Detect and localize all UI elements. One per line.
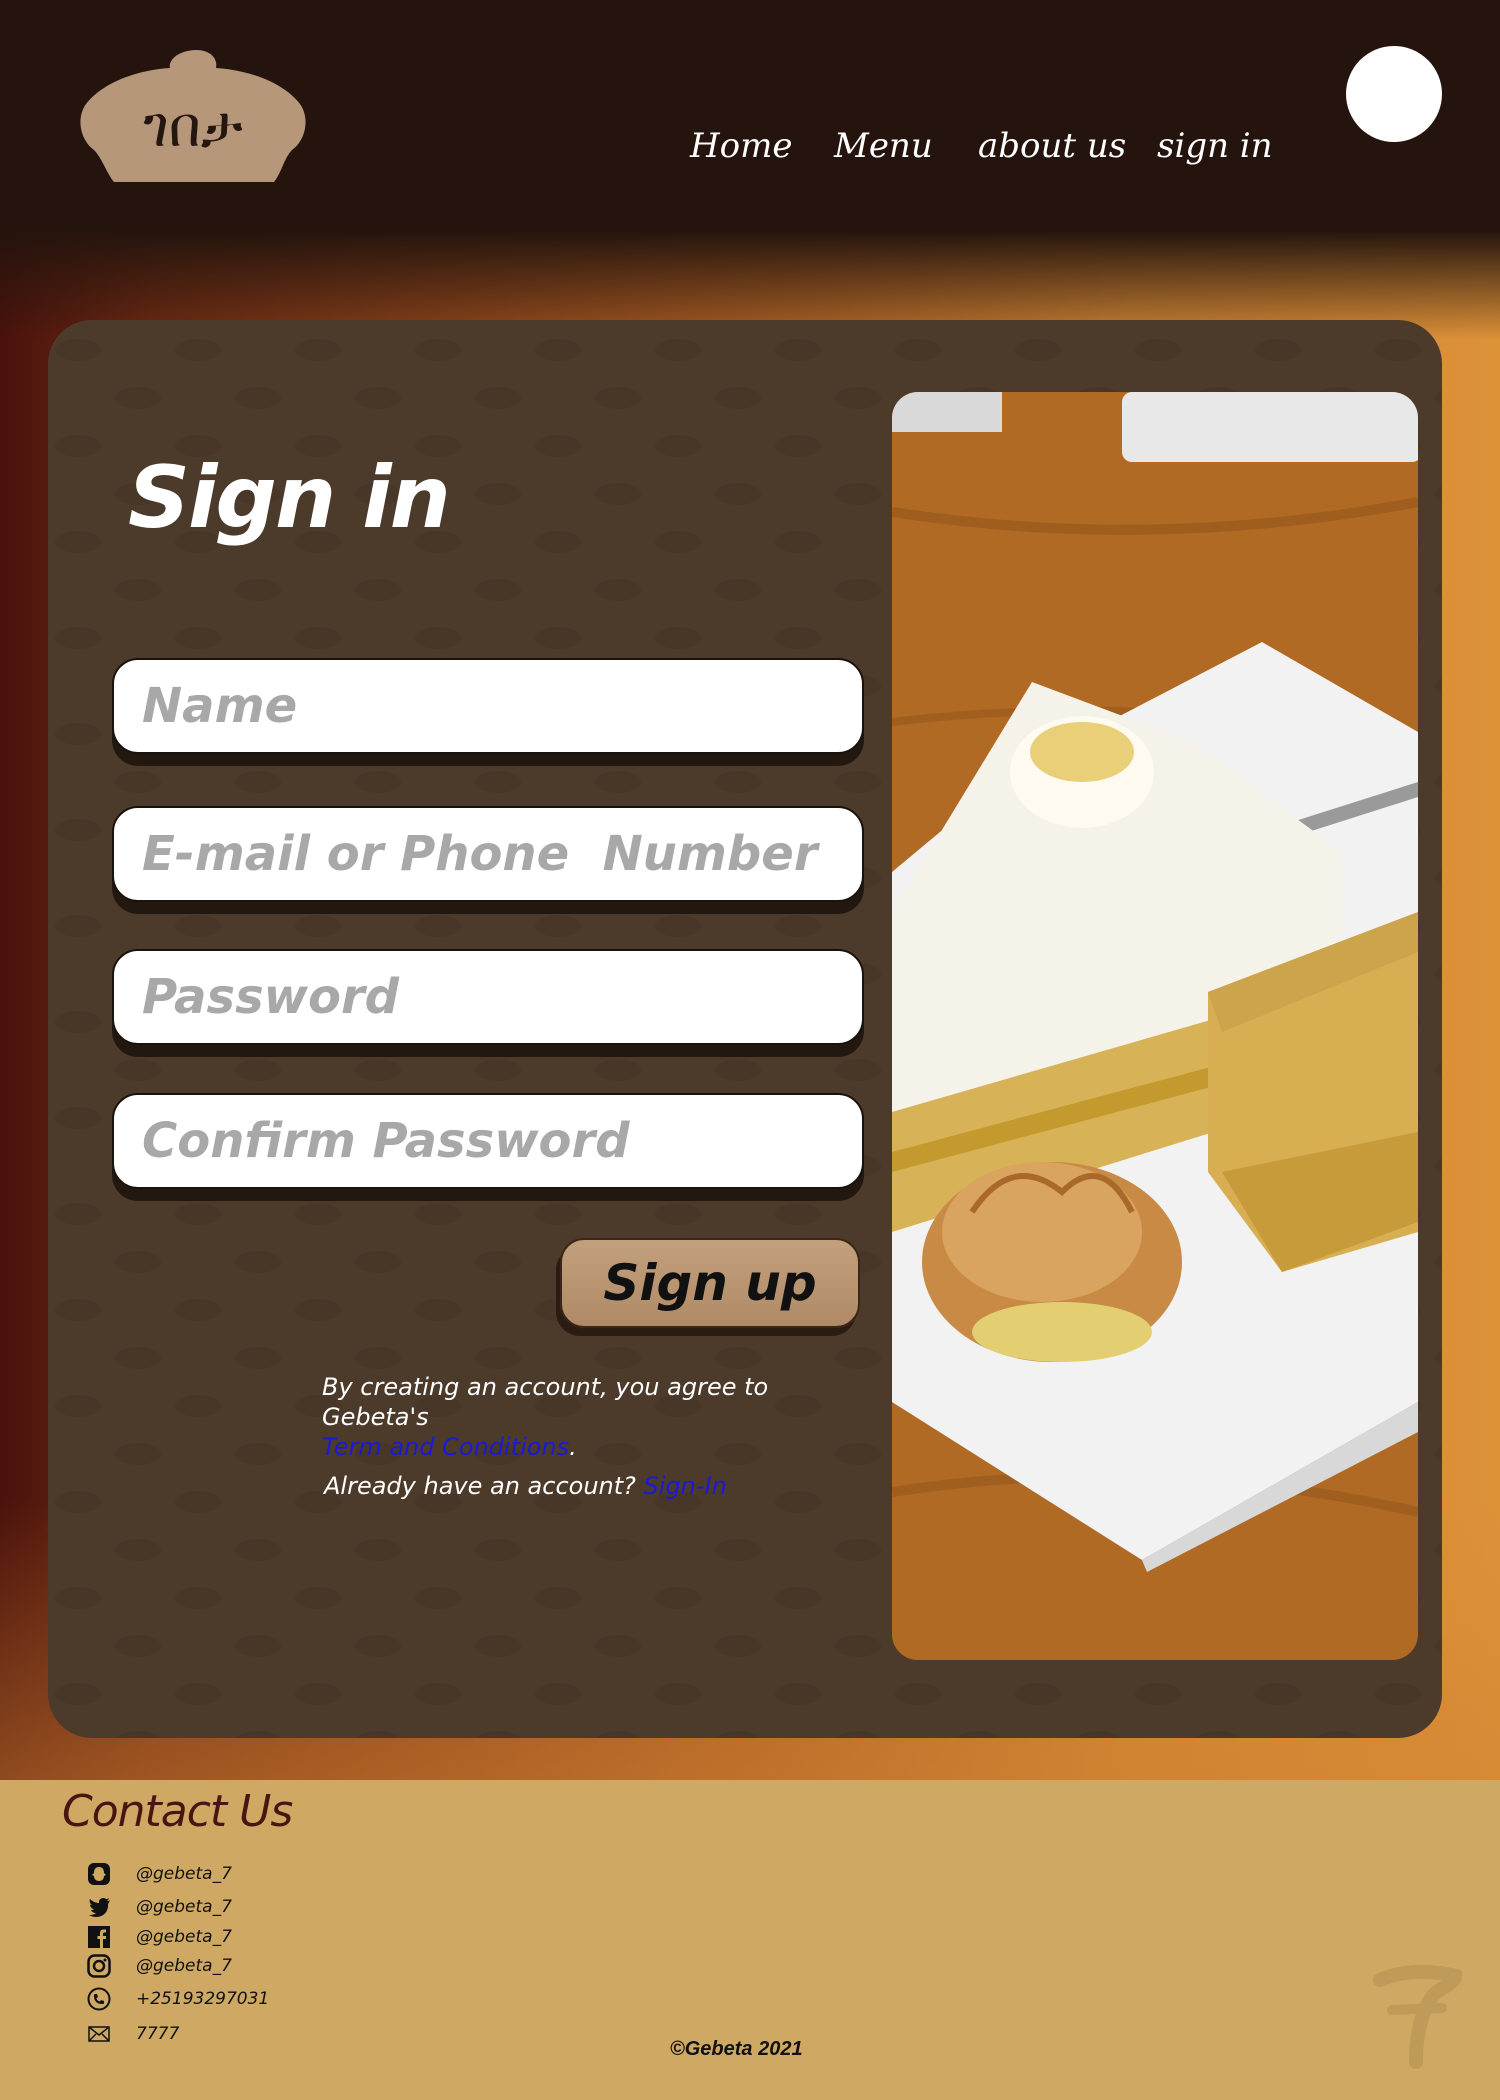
contact-text: @gebeta_7 xyxy=(136,1956,232,1976)
email-field xyxy=(112,806,864,902)
contact-text: +25193297031 xyxy=(136,1989,270,2009)
terms-link[interactable]: Term and Conditions xyxy=(322,1433,569,1461)
nav-home[interactable]: Home xyxy=(690,126,792,166)
contact-instagram[interactable]: @gebeta_7 xyxy=(86,1952,232,1980)
dessert-photo xyxy=(892,392,1418,1660)
terms-text: By creating an account, you agree to Geb… xyxy=(322,1373,769,1431)
contact-facebook[interactable]: @gebeta_7 xyxy=(86,1923,232,1951)
nav-menu[interactable]: Menu xyxy=(834,126,933,166)
phone-icon xyxy=(86,1986,112,2012)
confirm-password-input[interactable] xyxy=(142,1113,862,1169)
terms-period: . xyxy=(569,1433,577,1461)
profile-avatar-icon[interactable] xyxy=(1346,46,1442,142)
name-input[interactable] xyxy=(142,678,862,734)
contact-text: @gebeta_7 xyxy=(136,1864,232,1884)
contact-title: Contact Us xyxy=(62,1786,293,1837)
password-input[interactable] xyxy=(142,969,862,1025)
nav-about-us[interactable]: about us xyxy=(978,126,1126,166)
contact-text: 7777 xyxy=(136,2024,180,2044)
logo-icon: ገበታ xyxy=(80,50,306,182)
logo[interactable]: ገበታ xyxy=(78,46,308,188)
contact-phone[interactable]: +25193297031 xyxy=(86,1985,269,2013)
sign-up-button[interactable]: Sign up xyxy=(560,1238,860,1328)
copyright: ©Gebeta 2021 xyxy=(670,2038,803,2060)
contact-mail[interactable]: 7777 xyxy=(86,2020,179,2048)
contact-snapchat[interactable]: @gebeta_7 xyxy=(86,1860,232,1888)
contact-text: @gebeta_7 xyxy=(136,1927,232,1947)
contact-twitter[interactable]: @gebeta_7 xyxy=(86,1893,232,1921)
password-field xyxy=(112,949,864,1045)
instagram-icon xyxy=(86,1953,112,1979)
email-phone-input[interactable] xyxy=(142,826,862,882)
twitter-icon xyxy=(86,1894,112,1920)
signin-link[interactable]: Sign-In xyxy=(644,1472,727,1500)
signup-card: Sign in Sign up By creating an account, … xyxy=(48,320,1442,1738)
confirm-password-field xyxy=(112,1093,864,1189)
facebook-icon xyxy=(86,1924,112,1950)
contact-text: @gebeta_7 xyxy=(136,1897,232,1917)
mail-icon xyxy=(86,2021,112,2047)
page-title: Sign in xyxy=(128,448,451,548)
snapchat-icon xyxy=(86,1861,112,1887)
signin-prompt-text: Already have an account? xyxy=(324,1472,636,1500)
nav-sign-in[interactable]: sign in xyxy=(1157,126,1273,166)
signin-prompt: Already have an account? Sign-In xyxy=(324,1472,727,1500)
logo-text: ገበታ xyxy=(143,95,243,160)
name-field xyxy=(112,658,864,754)
terms-notice: By creating an account, you agree to Geb… xyxy=(322,1372,882,1462)
seven-watermark-icon xyxy=(1372,1950,1462,2070)
